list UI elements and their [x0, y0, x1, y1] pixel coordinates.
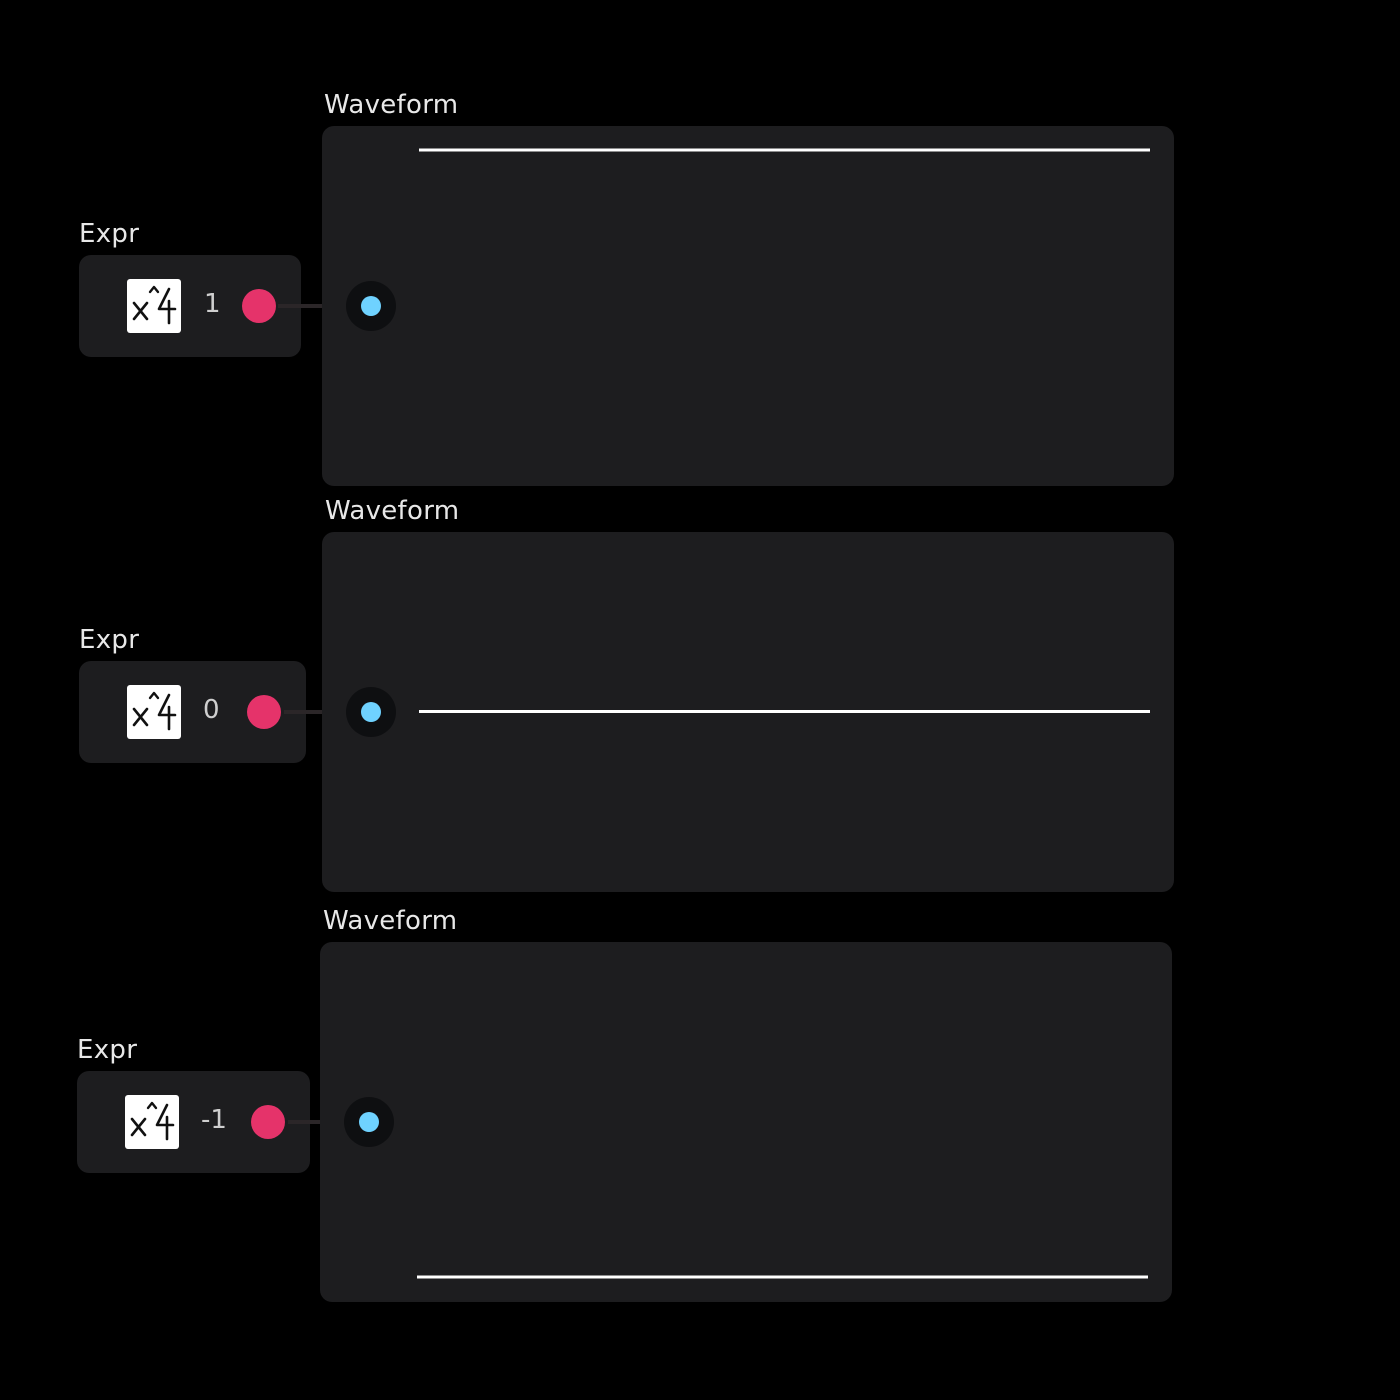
waveform-input-port[interactable]: [344, 1097, 394, 1147]
waveform-node-title: Waveform: [323, 906, 458, 936]
waveform-node-title: Waveform: [324, 90, 459, 120]
expr-output-port[interactable]: [242, 289, 276, 323]
waveform-node-title: Waveform: [325, 496, 460, 526]
x-power-4-icon: [127, 279, 181, 333]
expr-output-port[interactable]: [251, 1105, 285, 1139]
waveform-plot: [419, 710, 1150, 713]
expr-value[interactable]: 1: [204, 291, 221, 317]
expr-node[interactable]: -1: [77, 1071, 310, 1173]
waveform-plot: [419, 148, 1150, 152]
expr-value[interactable]: 0: [203, 697, 220, 723]
expr-node-title: Expr: [79, 625, 140, 655]
expr-output-port[interactable]: [247, 695, 281, 729]
waveform-input-port[interactable]: [346, 281, 396, 331]
input-port-dot: [361, 296, 381, 316]
x-power-4-icon: [125, 1095, 179, 1149]
waveform-plot: [417, 1275, 1148, 1279]
expr-node-title: Expr: [77, 1035, 138, 1065]
node-canvas[interactable]: Expr 1 Waveform Expr 0 Waveform Expr -1 …: [0, 0, 1400, 1400]
expr-value[interactable]: -1: [201, 1107, 227, 1133]
expr-node[interactable]: 0: [79, 661, 306, 763]
input-port-dot: [361, 702, 381, 722]
waveform-input-port[interactable]: [346, 687, 396, 737]
waveform-node[interactable]: [322, 532, 1174, 892]
x-power-4-icon: [127, 685, 181, 739]
waveform-node[interactable]: [320, 942, 1172, 1302]
expr-node[interactable]: 1: [79, 255, 301, 357]
input-port-dot: [359, 1112, 379, 1132]
expr-node-title: Expr: [79, 219, 140, 249]
waveform-node[interactable]: [322, 126, 1174, 486]
